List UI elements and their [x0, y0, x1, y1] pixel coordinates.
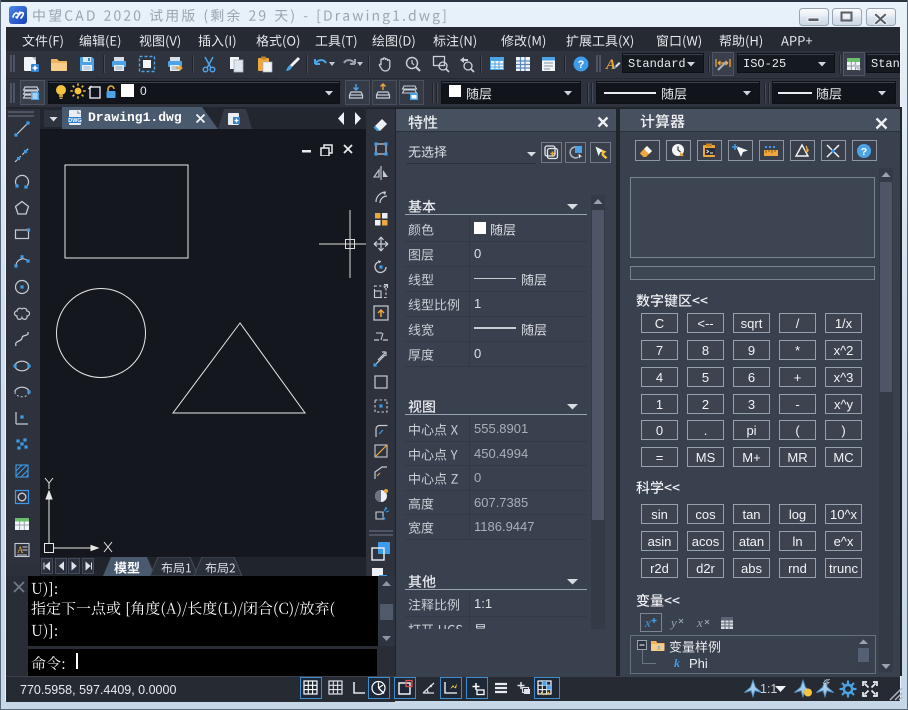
svg-text:?: ?	[861, 146, 867, 158]
svg-text:x: x	[644, 615, 651, 630]
svg-text:y: y	[669, 615, 677, 630]
svg-text:x: x	[656, 643, 661, 652]
svg-text:x: x	[696, 615, 703, 630]
